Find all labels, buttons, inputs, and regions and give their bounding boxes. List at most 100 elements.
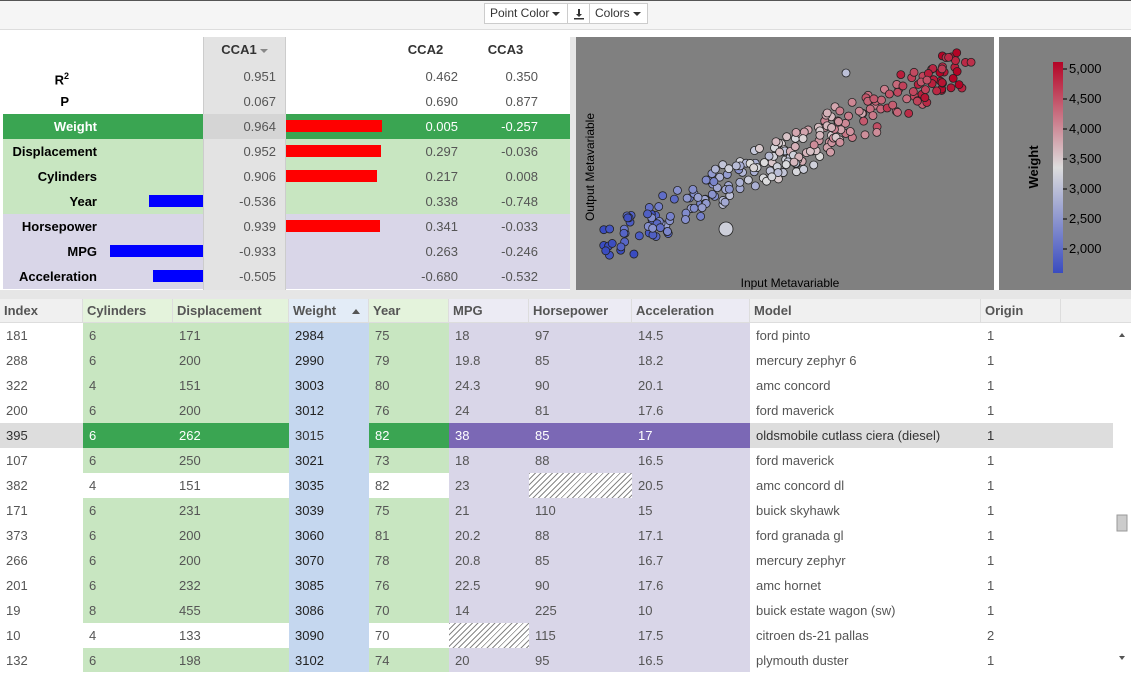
- cca-column-header[interactable]: CCA3: [463, 42, 548, 60]
- scatter-point[interactable]: [908, 87, 918, 96]
- scatter-point[interactable]: [749, 163, 759, 173]
- column-header[interactable]: Horsepower: [529, 299, 632, 323]
- scatter-point[interactable]: [782, 132, 792, 142]
- table-row[interactable]: 201 6 232 3085 76 22.5 90 17.6 amc hornet 1: [0, 573, 1113, 598]
- scatter-point[interactable]: [872, 127, 882, 137]
- scatter-point[interactable]: [799, 164, 809, 174]
- scatter-point[interactable]: [701, 175, 711, 185]
- scatter-point[interactable]: [605, 224, 615, 234]
- scatter-point[interactable]: [902, 94, 912, 104]
- table-row[interactable]: 132 6 198 3102 74 20 95 16.5 plymouth duster 1: [0, 648, 1113, 672]
- scatter-point[interactable]: [629, 249, 639, 259]
- scatter-point[interactable]: [648, 223, 658, 233]
- scatter-point[interactable]: [809, 140, 819, 150]
- column-header[interactable]: Model: [750, 299, 981, 323]
- scatter-point[interactable]: [750, 181, 760, 191]
- scatter-point[interactable]: [634, 231, 644, 241]
- scatter-point[interactable]: [655, 223, 665, 233]
- column-header[interactable]: Index: [0, 299, 83, 323]
- scatter-point[interactable]: [896, 70, 906, 80]
- table-row[interactable]: 373 6 200 3060 81 20.2 88 17.1 ford granada gl 1: [0, 523, 1113, 548]
- scatter-point[interactable]: [781, 160, 791, 169]
- variable-label[interactable]: Year: [3, 189, 103, 214]
- column-header[interactable]: Weight: [289, 299, 369, 323]
- cca-column-header[interactable]: CCA1: [203, 42, 286, 60]
- scatter-point[interactable]: [834, 117, 843, 126]
- scatter-point[interactable]: [682, 193, 692, 203]
- variable-label[interactable]: MPG: [3, 239, 103, 264]
- point-color-dropdown[interactable]: Point Color: [484, 3, 568, 24]
- table-row[interactable]: 19 8 455 3086 70 14 225 10 buick estate wagon (s…: [0, 598, 1113, 623]
- scatter-point[interactable]: [877, 95, 886, 105]
- scatter-point[interactable]: [904, 108, 914, 118]
- scatter-point[interactable]: [771, 137, 781, 147]
- scatter-point[interactable]: [790, 142, 800, 152]
- colors-dropdown[interactable]: Colors: [589, 3, 648, 24]
- scatter-point[interactable]: [759, 158, 769, 168]
- scatter-point[interactable]: [663, 227, 672, 236]
- variable-label[interactable]: Weight: [3, 114, 103, 139]
- variable-label[interactable]: Acceleration: [3, 264, 103, 289]
- scatter-point[interactable]: [944, 52, 954, 62]
- scatter-point[interactable]: [888, 100, 898, 110]
- scatter-point[interactable]: [932, 86, 942, 96]
- scatter-point[interactable]: [922, 75, 932, 85]
- scatter-point[interactable]: [860, 130, 870, 140]
- scatter-point[interactable]: [966, 57, 976, 67]
- table-row[interactable]: 322 4 151 3003 80 24.3 90 20.1 amc concord 1: [0, 373, 1113, 398]
- scatter-point[interactable]: [681, 215, 690, 224]
- table-row[interactable]: 107 6 250 3021 73 18 88 16.5 ford maverick 1: [0, 448, 1113, 473]
- scatter-point[interactable]: [898, 81, 908, 91]
- table-row[interactable]: 171 6 231 3039 75 21 110 15 buick skyhawk 1: [0, 498, 1113, 523]
- table-row[interactable]: 266 6 200 3070 78 20.8 85 16.7 mercury zephyr 1: [0, 548, 1113, 573]
- table-row[interactable]: 200 6 200 3012 76 24 81 17.6 ford maverick 1: [0, 398, 1113, 423]
- table-row[interactable]: 181 6 171 2984 75 18 97 14.5 ford pinto 1: [0, 323, 1113, 348]
- scatter-point[interactable]: [735, 177, 745, 187]
- column-header[interactable]: Origin: [981, 299, 1061, 323]
- variable-label[interactable]: Cylinders: [3, 164, 103, 189]
- scatter-point[interactable]: [885, 89, 894, 99]
- scrollbar[interactable]: [1113, 324, 1131, 672]
- scatter-point[interactable]: [822, 108, 832, 118]
- scatter-point[interactable]: [845, 127, 855, 136]
- column-header[interactable]: Year: [369, 299, 449, 323]
- scatter-point[interactable]: [827, 123, 836, 132]
- scatter-point[interactable]: [954, 80, 964, 90]
- scatter-point[interactable]: [710, 164, 720, 174]
- column-header[interactable]: Displacement: [173, 299, 289, 323]
- scatter-point[interactable]: [669, 194, 679, 204]
- scatter-point[interactable]: [920, 93, 930, 103]
- scatter-point[interactable]: [731, 161, 741, 171]
- scatter-point[interactable]: [743, 175, 753, 185]
- scatter-point[interactable]: [688, 184, 698, 194]
- scatter-point[interactable]: [952, 48, 962, 58]
- scatter-point[interactable]: [619, 228, 629, 238]
- scatter-point[interactable]: [798, 134, 808, 143]
- scatter-point[interactable]: [643, 209, 652, 219]
- scatter-point[interactable]: [815, 130, 825, 140]
- scatter-point[interactable]: [844, 111, 853, 121]
- scatter-point[interactable]: [697, 203, 707, 213]
- scatter-point[interactable]: [689, 203, 699, 213]
- scatter-point[interactable]: [693, 193, 703, 202]
- scatter-point[interactable]: [921, 85, 930, 95]
- scatter-point[interactable]: [952, 67, 962, 76]
- scatter-point[interactable]: [767, 172, 777, 182]
- scatter-point[interactable]: [847, 97, 857, 107]
- scatter-point[interactable]: [946, 83, 956, 93]
- table-row[interactable]: 10 4 133 3090 70 115 17.5 citroen ds-21 pallas 2: [0, 623, 1113, 648]
- scatter-point[interactable]: [696, 211, 706, 221]
- scatter-point[interactable]: [869, 94, 879, 104]
- scatter-point[interactable]: [809, 160, 819, 170]
- scatter-point[interactable]: [724, 184, 734, 194]
- scatter-point[interactable]: [937, 64, 947, 74]
- scatter-point[interactable]: [854, 106, 864, 116]
- column-header[interactable]: MPG: [449, 299, 529, 323]
- scatter-point[interactable]: [718, 221, 734, 237]
- column-header[interactable]: Acceleration: [632, 299, 750, 323]
- scatter-point[interactable]: [720, 197, 730, 207]
- scatter-point[interactable]: [835, 137, 845, 147]
- scatter-point[interactable]: [835, 106, 845, 116]
- variable-label[interactable]: Horsepower: [3, 214, 103, 239]
- scatter-point[interactable]: [841, 68, 851, 78]
